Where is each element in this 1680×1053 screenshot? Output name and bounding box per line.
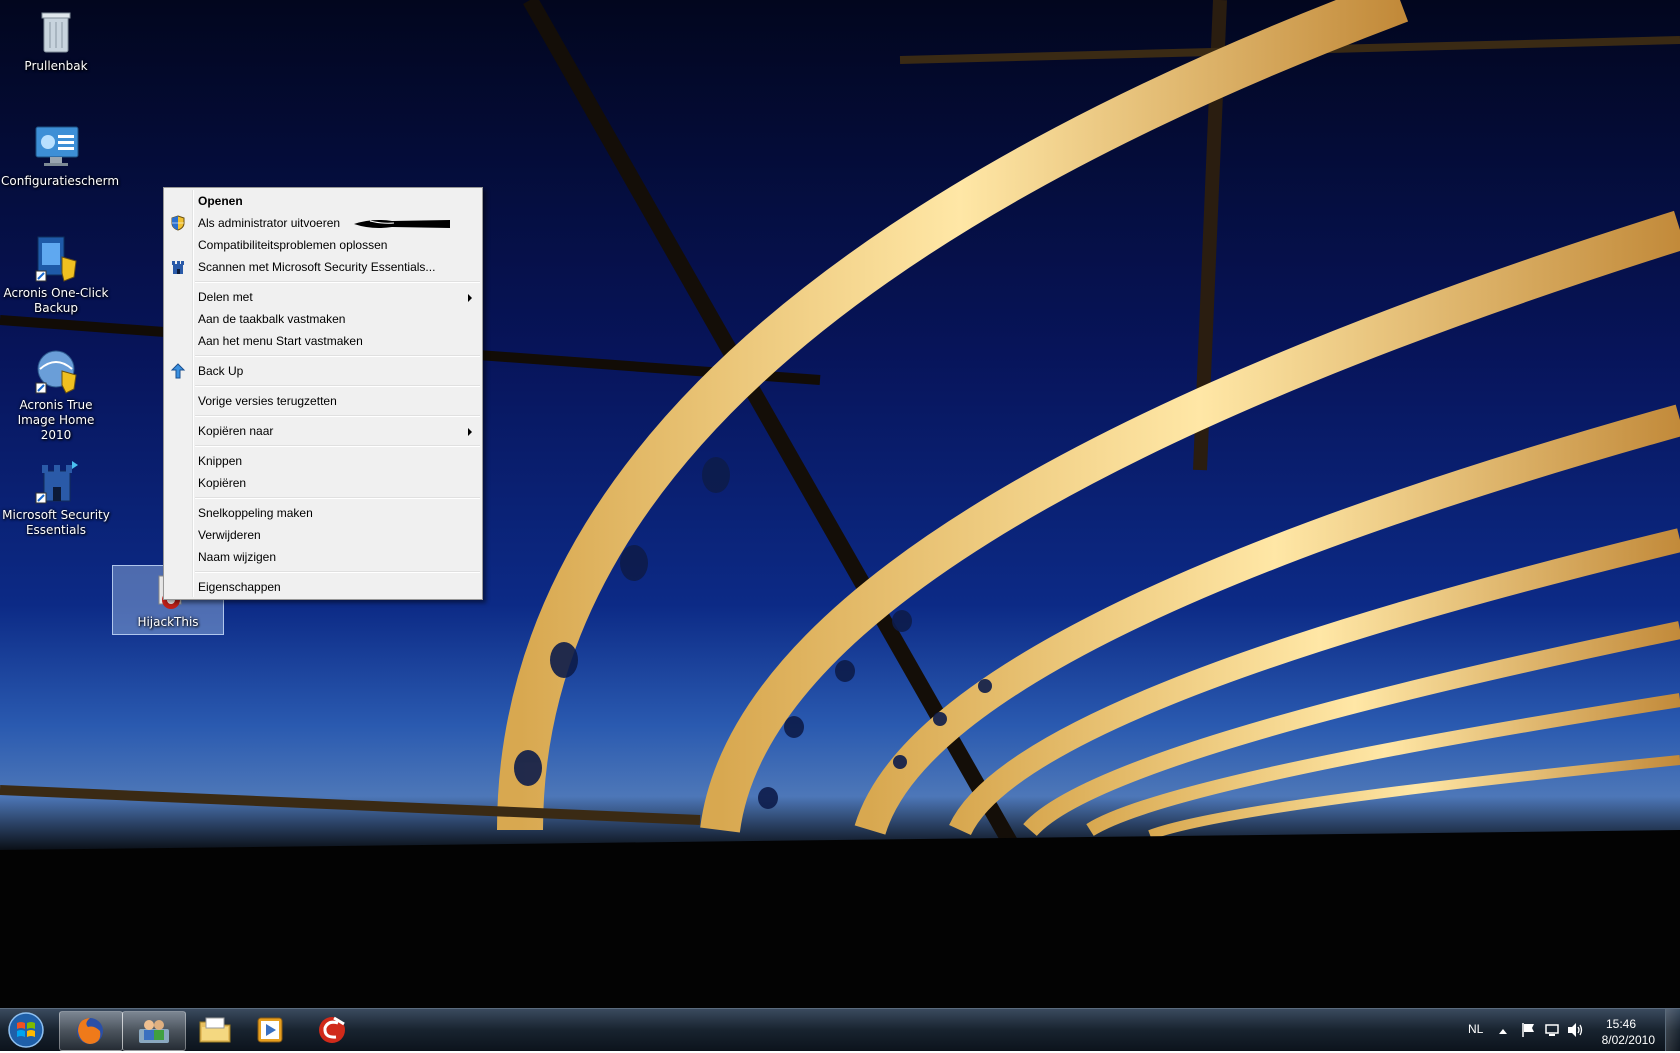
security-essentials-small-icon: [172, 261, 184, 274]
menu-item-label: Openen: [198, 194, 243, 208]
menu-separator: [195, 445, 480, 447]
show-desktop-button[interactable]: [1665, 1009, 1680, 1051]
menu-item-label: Vorige versies terugzetten: [198, 394, 337, 408]
taskbar-ccleaner[interactable]: [302, 1011, 364, 1049]
menu-item-label: Back Up: [198, 364, 244, 378]
submenu-arrow-icon: [468, 428, 472, 436]
desktop-icon-acronis-true-image[interactable]: Acronis True Image Home 2010: [1, 347, 111, 443]
clock-date[interactable]: 8/02/2010: [1602, 1033, 1655, 1047]
menu-item-label: Als administrator uitvoeren: [198, 216, 341, 230]
taskbar-users[interactable]: [122, 1011, 186, 1051]
users-icon: [139, 1020, 169, 1043]
menu-separator: [195, 355, 480, 357]
menu-item-backup[interactable]: Back Up: [164, 360, 482, 382]
menu-item-restore-versions[interactable]: Vorige versies terugzetten: [164, 390, 482, 412]
start-button[interactable]: [4, 1010, 48, 1050]
clock-time[interactable]: 15:46: [1606, 1017, 1636, 1031]
menu-separator: [195, 385, 480, 387]
menu-item-label: Delen met: [198, 290, 253, 304]
network-icon[interactable]: [1544, 1022, 1560, 1038]
menu-item-label: Aan de taakbalk vastmaken: [198, 312, 346, 326]
uac-shield-icon: [171, 215, 185, 231]
menu-item-label: Scannen met Microsoft Security Essential…: [198, 260, 436, 274]
start-orb-icon: [8, 1012, 44, 1048]
menu-item-label: Knippen: [198, 454, 243, 468]
menu-item-properties[interactable]: Eigenschappen: [164, 576, 482, 598]
recycle-bin-icon: [41, 12, 71, 53]
ccleaner-icon: [319, 1016, 345, 1043]
menu-item-label: Eigenschappen: [198, 580, 281, 594]
action-center-flag-icon[interactable]: [1520, 1022, 1536, 1038]
volume-icon[interactable]: [1566, 1022, 1584, 1038]
desktop-icon-recycle-bin[interactable]: Prullenbak: [1, 8, 111, 74]
submenu-arrow-icon: [468, 294, 472, 302]
desktop-icon-control-panel[interactable]: Configuratiescherm: [1, 123, 119, 189]
acronis-backup-icon: [35, 236, 77, 282]
media-player-icon: [257, 1017, 283, 1043]
desktop-icon-acronis-backup[interactable]: Acronis One-Click Backup: [1, 233, 111, 316]
language-indicator[interactable]: NL: [1468, 1022, 1483, 1036]
taskbar-explorer[interactable]: [184, 1011, 246, 1049]
menu-item-troubleshoot[interactable]: Compatibiliteitsproblemen oplossen: [164, 234, 482, 256]
menu-separator: [195, 415, 480, 417]
explorer-folder-icon: [199, 1017, 231, 1043]
menu-item-label: Verwijderen: [198, 528, 261, 542]
taskbar-firefox[interactable]: [59, 1011, 123, 1051]
backup-arrow-icon: [170, 363, 186, 379]
menu-item-label: Snelkoppeling maken: [198, 506, 313, 520]
desktop-icon-label: Acronis True Image Home 2010: [17, 398, 95, 442]
menu-item-rename[interactable]: Naam wijzigen: [164, 546, 482, 568]
desktop-icon-label: Configuratiescherm: [1, 174, 120, 188]
menu-item-label: Kopiëren naar: [198, 424, 274, 438]
menu-item-send-to[interactable]: Kopiëren naar: [164, 420, 482, 442]
menu-item-create-shortcut[interactable]: Snelkoppeling maken: [164, 502, 482, 524]
menu-separator: [195, 497, 480, 499]
menu-separator: [195, 571, 480, 573]
acronis-true-image-icon: [35, 350, 77, 394]
firefox-icon: [77, 1018, 103, 1044]
show-hidden-icons-icon[interactable]: [1498, 1027, 1508, 1035]
desktop-icon-security-essentials[interactable]: Microsoft Security Essentials: [1, 457, 111, 538]
taskbar: NL 15:46 8/02/2010: [0, 1008, 1680, 1051]
menu-separator: [195, 281, 480, 283]
security-essentials-icon: [35, 461, 78, 504]
taskbar-media-player[interactable]: [240, 1011, 302, 1049]
desktop-icon-label: HijackThis: [137, 615, 199, 629]
annotation-arrow-scribble: [354, 220, 450, 228]
menu-item-share-with[interactable]: Delen met: [164, 286, 482, 308]
desktop-icon-label: Microsoft Security Essentials: [2, 508, 110, 537]
control-panel-icon: [35, 126, 79, 166]
desktop-icon-label: Prullenbak: [24, 59, 88, 73]
desktop-icon-label: Acronis One-Click Backup: [3, 286, 109, 315]
menu-item-cut[interactable]: Knippen: [164, 450, 482, 472]
menu-item-label: Kopiëren: [198, 476, 247, 490]
menu-item-pin-start[interactable]: Aan het menu Start vastmaken: [164, 330, 482, 352]
menu-item-label: Naam wijzigen: [198, 550, 277, 564]
menu-item-delete[interactable]: Verwijderen: [164, 524, 482, 546]
menu-item-open[interactable]: Openen: [164, 190, 482, 212]
menu-item-copy[interactable]: Kopiëren: [164, 472, 482, 494]
menu-item-pin-taskbar[interactable]: Aan de taakbalk vastmaken: [164, 308, 482, 330]
menu-item-scan-mse[interactable]: Scannen met Microsoft Security Essential…: [164, 256, 482, 278]
menu-item-label: Compatibiliteitsproblemen oplossen: [198, 238, 388, 252]
context-menu: Openen Als administrator uitvoeren Compa…: [163, 187, 483, 600]
menu-item-label: Aan het menu Start vastmaken: [198, 334, 363, 348]
